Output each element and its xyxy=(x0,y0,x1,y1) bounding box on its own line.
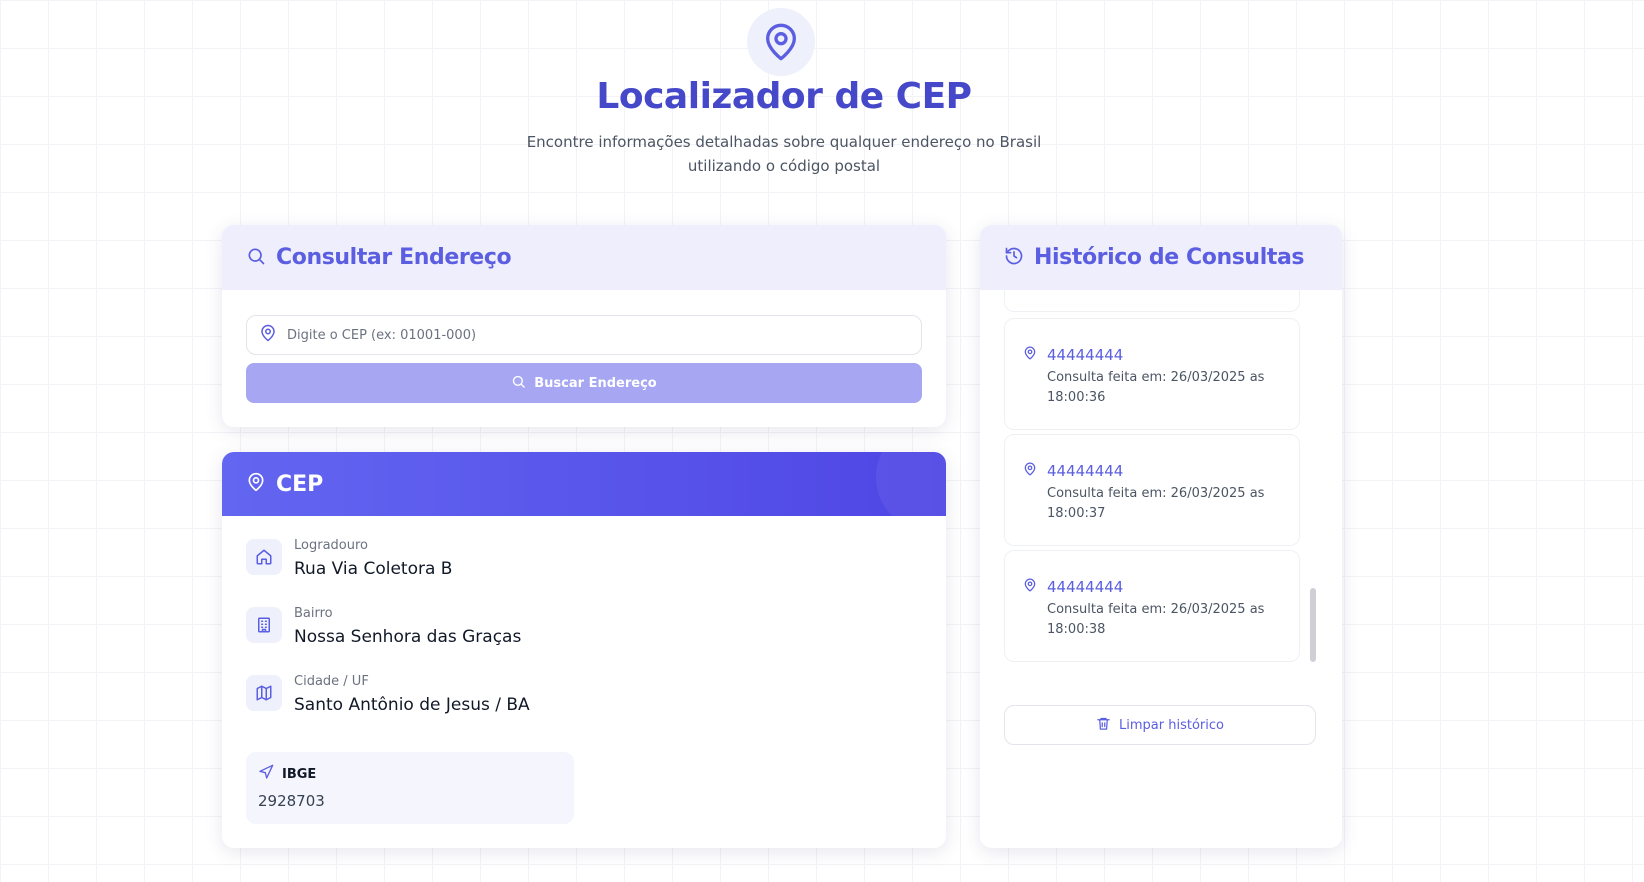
building-icon xyxy=(246,607,282,643)
search-card-header: Consultar Endereço xyxy=(222,225,946,290)
navigation-icon xyxy=(258,764,274,784)
history-list[interactable]: 44444444 Consulta feita em: 26/03/2025 a… xyxy=(1004,290,1320,690)
history-time: Consulta feita em: 26/03/2025 as 18:00:3… xyxy=(1047,370,1265,405)
trash-icon xyxy=(1096,716,1111,735)
field-label: Cidade / UF xyxy=(294,674,369,689)
page-title: Localizador de CEP xyxy=(596,76,972,117)
ibge-label-row: IBGE xyxy=(258,764,562,784)
history-item[interactable]: 44444444 Consulta feita em: 26/03/2025 a… xyxy=(1004,550,1300,662)
history-time: Consulta feita em: 26/03/2025 as 18:00:3… xyxy=(1047,486,1265,521)
history-cep: 44444444 xyxy=(1047,345,1124,364)
field-cidade-uf: Cidade / UF Santo Antônio de Jesus / BA xyxy=(246,674,530,717)
page-subtitle: Encontre informações detalhadas sobre qu… xyxy=(522,130,1046,178)
history-card-header: Histórico de Consultas xyxy=(980,225,1342,290)
history-item-partial xyxy=(1004,290,1300,312)
subtitle-line-2: utilizando o código postal xyxy=(687,157,881,175)
home-icon xyxy=(246,539,282,575)
search-button-label: Buscar Endereço xyxy=(534,375,657,391)
search-card-title: Consultar Endereço xyxy=(276,245,512,270)
field-value: Nossa Senhora das Graças xyxy=(294,627,522,647)
search-card: Consultar Endereço Buscar Endereço xyxy=(222,225,946,427)
field-value: Rua Via Coletora B xyxy=(294,559,453,579)
history-icon xyxy=(1004,246,1024,270)
field-bairro: Bairro Nossa Senhora das Graças xyxy=(246,606,521,649)
field-label: Bairro xyxy=(294,606,333,621)
map-pin-icon xyxy=(1023,577,1037,596)
search-icon xyxy=(511,374,526,393)
field-logradouro: Logradouro Rua Via Coletora B xyxy=(246,538,452,581)
map-pin-icon xyxy=(246,472,266,496)
history-card-title: Histórico de Consultas xyxy=(1034,245,1305,270)
map-icon xyxy=(246,675,282,711)
history-item[interactable]: 44444444 Consulta feita em: 26/03/2025 a… xyxy=(1004,318,1300,430)
ibge-label: IBGE xyxy=(282,766,317,782)
ibge-value: 2928703 xyxy=(258,792,325,810)
history-scrollbar-thumb[interactable] xyxy=(1310,588,1316,662)
history-cep: 44444444 xyxy=(1047,577,1124,596)
field-value: Santo Antônio de Jesus / BA xyxy=(294,695,530,715)
clear-history-label: Limpar histórico xyxy=(1119,717,1224,733)
result-card: CEP Logradouro Rua Via Coletora B Bairro… xyxy=(222,452,946,848)
subtitle-line-1: Encontre informações detalhadas sobre qu… xyxy=(526,133,1042,151)
history-card: Histórico de Consultas 44444444 Consulta… xyxy=(980,225,1342,848)
map-pin-icon xyxy=(259,324,277,346)
map-pin-icon xyxy=(1023,345,1037,364)
cep-input[interactable] xyxy=(287,327,887,343)
hero-map-pin-icon xyxy=(747,8,815,76)
clear-history-button[interactable]: Limpar histórico xyxy=(1004,705,1316,745)
ibge-box: IBGE 2928703 xyxy=(246,752,574,824)
cep-input-wrapper[interactable] xyxy=(246,315,922,355)
history-item[interactable]: 44444444 Consulta feita em: 26/03/2025 a… xyxy=(1004,434,1300,546)
search-address-button[interactable]: Buscar Endereço xyxy=(246,363,922,403)
field-label: Logradouro xyxy=(294,538,368,553)
result-card-header: CEP xyxy=(222,452,946,516)
search-icon xyxy=(246,246,266,270)
result-card-title: CEP xyxy=(276,471,324,497)
map-pin-icon xyxy=(1023,461,1037,480)
history-time: Consulta feita em: 26/03/2025 as 18:00:3… xyxy=(1047,602,1265,637)
history-cep: 44444444 xyxy=(1047,461,1124,480)
